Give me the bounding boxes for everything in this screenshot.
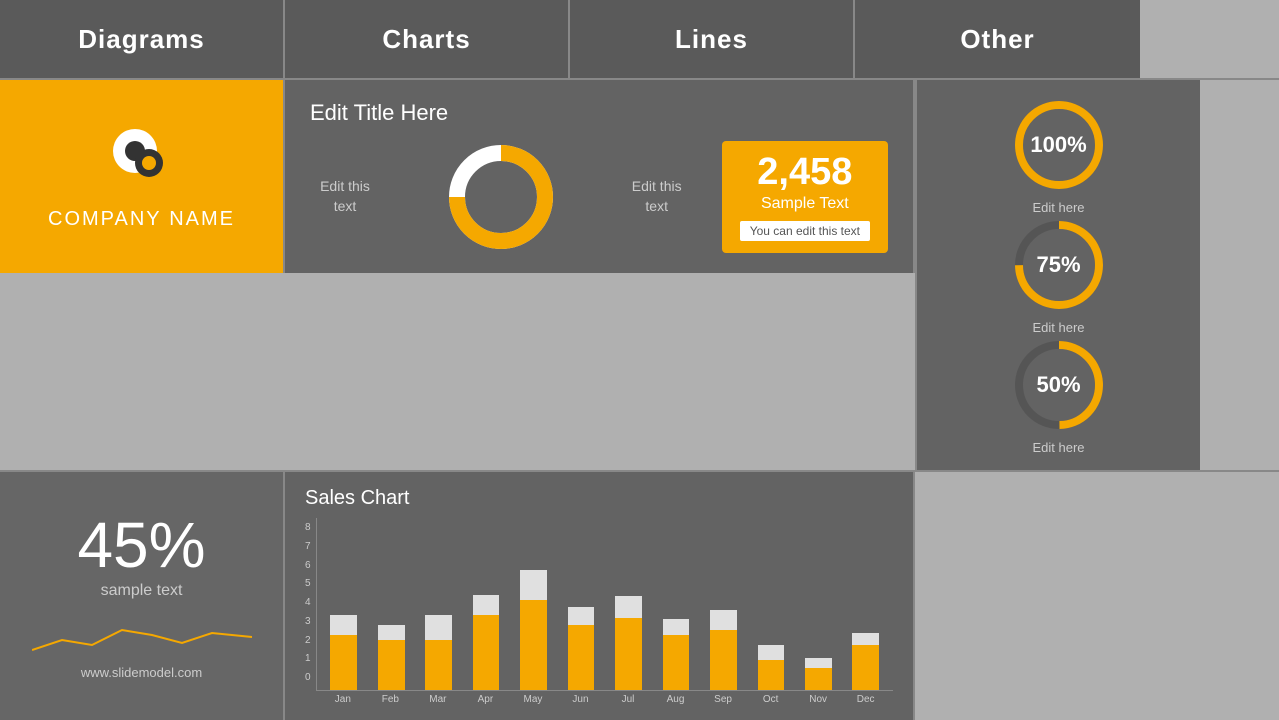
- bar-orange: [663, 635, 690, 690]
- bar-chart-area: 8 7 6 5 4 3 2 1 0: [305, 518, 893, 705]
- header-lines-label: Lines: [675, 24, 748, 55]
- x-label: Mar: [416, 694, 461, 705]
- bar-group: [559, 570, 603, 690]
- kpi-box[interactable]: 2,458 Sample Text You can edit this text: [722, 141, 888, 253]
- kpi-number: 2,458: [757, 153, 852, 191]
- bar-orange: [330, 635, 357, 690]
- x-label: May: [511, 694, 556, 705]
- bar-group: [322, 570, 366, 690]
- bar-orange: [852, 645, 879, 690]
- x-label: Feb: [368, 694, 413, 705]
- bar-group: [654, 570, 698, 690]
- x-label: Aug: [653, 694, 698, 705]
- sales-chart-cell: Sales Chart 8 7 6 5 4 3 2 1 0: [285, 472, 915, 720]
- x-label: Nov: [796, 694, 841, 705]
- header-charts-label: Charts: [382, 24, 470, 55]
- bar-white: [615, 596, 642, 618]
- circle-75-edit[interactable]: Edit here: [1032, 320, 1084, 335]
- bar-orange: [425, 640, 452, 690]
- bar-group: [749, 570, 793, 690]
- circle-item-75: 75% Edit here: [1009, 215, 1109, 335]
- x-label: Jan: [321, 694, 366, 705]
- circle-item-50: 50% Edit here: [1009, 335, 1109, 455]
- bars-area: JanFebMarAprMayJunJulAugSepOctNovDec: [316, 518, 893, 705]
- x-label: Jul: [606, 694, 651, 705]
- bar-orange: [805, 668, 832, 690]
- circle-75: 75%: [1009, 215, 1109, 315]
- header-lines: Lines: [570, 0, 855, 78]
- stat-line-graph: [32, 615, 252, 655]
- bar-white: [805, 658, 832, 668]
- header-diagrams: Diagrams: [0, 0, 285, 78]
- bar-white: [473, 595, 500, 615]
- x-label: Apr: [463, 694, 508, 705]
- circle-100-edit[interactable]: Edit here: [1032, 200, 1084, 215]
- header-charts: Charts: [285, 0, 570, 78]
- bar-orange: [615, 618, 642, 690]
- bar-white: [568, 607, 595, 625]
- header-row: Diagrams Charts Lines Other: [0, 0, 1279, 80]
- x-label: Jun: [558, 694, 603, 705]
- circle-75-label: 75%: [1036, 254, 1080, 276]
- circles-cell: 100% Edit here 75% Edit here: [915, 80, 1200, 470]
- kpi-edit-text[interactable]: You can edit this text: [740, 221, 870, 241]
- bar-white: [663, 619, 690, 635]
- company-name: COMPANY NAME: [48, 208, 235, 231]
- bar-group: [606, 570, 650, 690]
- bar-orange: [473, 615, 500, 690]
- stat-url: www.slidemodel.com: [81, 665, 202, 680]
- donut-title[interactable]: Edit Title Here: [310, 100, 888, 126]
- bar-group: [844, 570, 888, 690]
- bar-white: [758, 645, 785, 660]
- content-row-1: COMPANY NAME Edit Title Here Edit this t…: [0, 80, 1279, 472]
- circle-50: 50%: [1009, 335, 1109, 435]
- stat-label: sample text: [101, 582, 183, 600]
- y-axis: 8 7 6 5 4 3 2 1 0: [305, 518, 311, 705]
- header-other-label: Other: [960, 24, 1034, 55]
- bar-group: [796, 570, 840, 690]
- donut-area: Edit this text Edit this text 2,458 Samp…: [310, 141, 888, 253]
- x-label: Sep: [701, 694, 746, 705]
- donut-cell[interactable]: Edit Title Here Edit this text Edit this…: [285, 80, 915, 273]
- kpi-sample-text: Sample Text: [761, 195, 849, 213]
- chart-title: Sales Chart: [305, 487, 893, 510]
- bar-white: [330, 615, 357, 635]
- bar-group: [464, 570, 508, 690]
- circle-100-label: 100%: [1030, 134, 1086, 156]
- donut-right-text[interactable]: Edit this text: [622, 177, 692, 216]
- bar-white: [710, 610, 737, 630]
- bar-white: [852, 633, 879, 645]
- bar-group: [511, 570, 555, 690]
- circle-50-label: 50%: [1036, 374, 1080, 396]
- donut-left-text[interactable]: Edit this text: [310, 177, 380, 216]
- header-diagrams-label: Diagrams: [78, 24, 205, 55]
- bar-orange: [520, 600, 547, 690]
- bar-orange: [758, 660, 785, 690]
- header-other: Other: [855, 0, 1140, 78]
- content-row-2: 45% sample text www.slidemodel.com Sales…: [0, 472, 1279, 720]
- stats-cell: 45% sample text www.slidemodel.com: [0, 472, 285, 720]
- bar-group: [369, 570, 413, 690]
- slide: Diagrams Charts Lines Other: [0, 0, 1279, 720]
- x-labels: JanFebMarAprMayJunJulAugSepOctNovDec: [316, 691, 893, 705]
- company-logo: [107, 123, 177, 193]
- stat-percent: 45%: [77, 513, 205, 577]
- bar-orange: [568, 625, 595, 690]
- bar-orange: [710, 630, 737, 690]
- circle-item-100: 100% Edit here: [1009, 95, 1109, 215]
- x-label: Oct: [748, 694, 793, 705]
- bar-white: [378, 625, 405, 640]
- bar-white: [425, 615, 452, 640]
- company-cell: COMPANY NAME: [0, 80, 285, 273]
- bar-white: [520, 570, 547, 600]
- donut-svg: [390, 142, 612, 252]
- bar-group: [701, 570, 745, 690]
- circle-50-edit[interactable]: Edit here: [1032, 440, 1084, 455]
- bars-container: [316, 518, 893, 691]
- x-label: Dec: [843, 694, 888, 705]
- bar-orange: [378, 640, 405, 690]
- circle-100: 100%: [1009, 95, 1109, 195]
- bar-group: [416, 570, 460, 690]
